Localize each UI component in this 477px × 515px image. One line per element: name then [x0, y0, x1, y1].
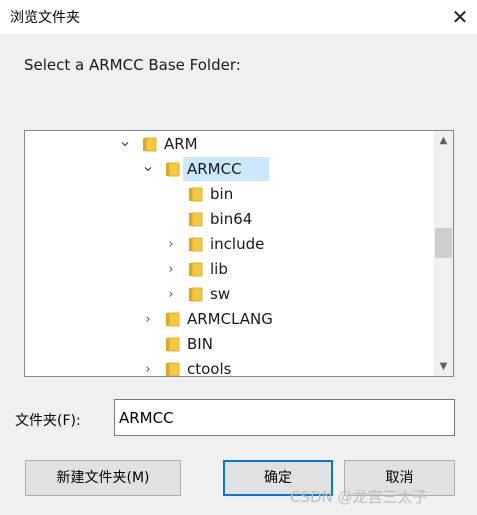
- new-folder-button[interactable]: 新建文件夹(M): [25, 460, 181, 496]
- folder-icon: [143, 137, 157, 152]
- tree-item-label: lib: [210, 260, 228, 278]
- folder-name-input[interactable]: [114, 399, 455, 436]
- collapse-chevron-icon[interactable]: ⌄: [118, 132, 132, 157]
- no-expander: [141, 332, 155, 357]
- folder-tree[interactable]: ⌄ ARM ⌄ ARMCC bin bin64 › include › lib › sw › ARMCLA…: [24, 130, 454, 377]
- tree-item-label: include: [210, 235, 265, 253]
- no-expander: [164, 182, 178, 207]
- tree-item[interactable]: › sw: [25, 282, 434, 307]
- tree-item-label: ctools: [187, 360, 232, 377]
- tree-item-label: ARM: [164, 135, 198, 153]
- tree-item-label: BIN: [187, 335, 213, 353]
- folder-icon: [189, 212, 203, 227]
- folder-icon: [166, 312, 180, 327]
- tree-item[interactable]: ⌄ ARM: [25, 132, 434, 157]
- folder-icon: [166, 162, 180, 177]
- tree-item-label: sw: [210, 285, 231, 303]
- tree-item[interactable]: › ARMCLANG: [25, 307, 434, 332]
- folder-icon: [166, 362, 180, 376]
- scroll-up-icon[interactable]: ▲: [434, 132, 453, 149]
- expand-chevron-icon[interactable]: ›: [164, 257, 178, 282]
- tree-item[interactable]: ⌄ ARMCC: [25, 157, 434, 182]
- expand-chevron-icon[interactable]: ›: [141, 357, 155, 376]
- watermark: CSDN @龙宫三太子: [290, 488, 428, 506]
- expand-chevron-icon[interactable]: ›: [164, 282, 178, 307]
- tree-item[interactable]: bin64: [25, 207, 434, 232]
- folder-icon: [166, 337, 180, 352]
- expand-chevron-icon[interactable]: ›: [164, 232, 178, 257]
- folder-icon: [189, 287, 203, 302]
- window-title: 浏览文件夹: [10, 10, 80, 26]
- close-icon[interactable]: ✕: [446, 2, 474, 32]
- instruction-text: Select a ARMCC Base Folder:: [24, 56, 241, 74]
- tree-item-label: bin: [210, 185, 234, 203]
- folder-icon: [189, 237, 203, 252]
- no-expander: [164, 207, 178, 232]
- folder-icon: [189, 187, 203, 202]
- folder-icon: [189, 262, 203, 277]
- tree-item[interactable]: › ctools: [25, 357, 434, 377]
- tree-item[interactable]: BIN: [25, 332, 434, 357]
- tree-item-label: ARMCC: [187, 160, 242, 178]
- scrollbar-thumb[interactable]: [435, 228, 452, 258]
- tree-item[interactable]: bin: [25, 182, 434, 207]
- tree-item[interactable]: › lib: [25, 257, 434, 282]
- tree-item[interactable]: › include: [25, 232, 434, 257]
- scroll-down-icon[interactable]: ▼: [434, 358, 453, 375]
- expand-chevron-icon[interactable]: ›: [141, 307, 155, 332]
- collapse-chevron-icon[interactable]: ⌄: [141, 157, 155, 182]
- tree-item-label: bin64: [210, 210, 253, 228]
- folder-field-label: 文件夹(F):: [15, 413, 81, 429]
- tree-item-label: ARMCLANG: [187, 310, 273, 328]
